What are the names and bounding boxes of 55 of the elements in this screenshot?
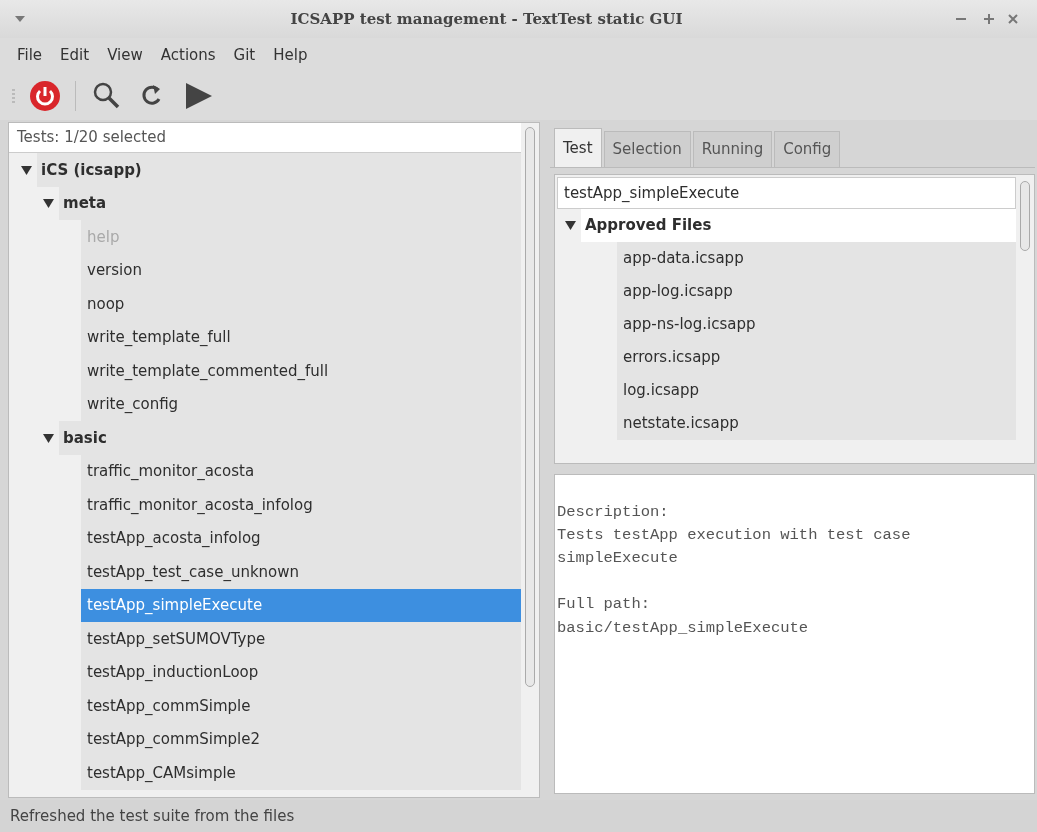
- approved-file-row[interactable]: app-log.icsapp: [617, 274, 1016, 308]
- test-tree-item[interactable]: write_template_full: [81, 320, 521, 354]
- approved-file-row[interactable]: errors.icsapp: [617, 340, 1016, 374]
- expander-icon[interactable]: [20, 164, 32, 175]
- menu-item[interactable]: File: [10, 41, 50, 69]
- expander-icon[interactable]: [42, 432, 54, 443]
- scrollbar-thumb[interactable]: [525, 127, 535, 687]
- test-tree-group[interactable]: iCS (icsapp): [37, 153, 521, 187]
- test-tree-item[interactable]: testApp_commSimple2: [81, 722, 521, 756]
- test-tree-item[interactable]: testApp_commSimple: [81, 689, 521, 723]
- menu-item[interactable]: Edit: [53, 41, 97, 69]
- menu-item[interactable]: View: [100, 41, 150, 69]
- maximize-icon[interactable]: [983, 13, 995, 25]
- scrollbar-thumb[interactable]: [1020, 180, 1030, 251]
- info-line: Full path:: [557, 594, 651, 616]
- test-tree-item[interactable]: noop: [81, 287, 521, 321]
- tab[interactable]: Config: [774, 131, 841, 167]
- tab[interactable]: Running: [692, 131, 773, 167]
- test-name-field[interactable]: testApp_simpleExecute: [557, 176, 1016, 209]
- test-tree-item[interactable]: testApp_CAMsimple: [81, 756, 521, 790]
- approved-file-row[interactable]: netstate.icsapp: [617, 406, 1016, 440]
- test-tree-item[interactable]: testApp_inductionLoop: [81, 655, 521, 689]
- power-icon: [29, 80, 61, 112]
- test-tree-group[interactable]: meta: [59, 186, 521, 220]
- test-tree-item[interactable]: testApp_test_case_unknown: [81, 555, 521, 589]
- expander-icon[interactable]: [42, 198, 54, 209]
- menu-item[interactable]: Git: [226, 41, 263, 69]
- approved-file-row[interactable]: log.icsapp: [617, 373, 1016, 407]
- test-tree-item[interactable]: write_template_commented_full: [81, 354, 521, 388]
- info-line: simpleExecute: [557, 548, 679, 569]
- window-title: ICSAPP test management - TextTest static GUI: [289, 8, 684, 30]
- tab[interactable]: Selection: [603, 131, 691, 167]
- test-tree-item[interactable]: testApp_acosta_infolog: [81, 521, 521, 555]
- tab[interactable]: Test: [554, 128, 602, 167]
- toolbar-separator: [75, 81, 76, 111]
- window-menu-icon[interactable]: [14, 15, 26, 23]
- test-tree-item[interactable]: testApp_setSUMOVType: [81, 622, 521, 656]
- test-tree-item[interactable]: version: [81, 253, 521, 287]
- approved-file-row[interactable]: app-data.icsapp: [617, 241, 1016, 275]
- menu-item[interactable]: Help: [266, 41, 315, 69]
- info-line: Tests testApp execution with test case: [557, 524, 912, 546]
- approved-files-group[interactable]: Approved Files: [581, 208, 1016, 242]
- test-tree-group[interactable]: basic: [59, 421, 521, 455]
- expander-icon[interactable]: [564, 220, 576, 230]
- menu-item[interactable]: Actions: [153, 41, 223, 69]
- test-tree-item[interactable]: traffic_monitor_acosta: [81, 454, 521, 488]
- test-tree-item[interactable]: write_config: [81, 387, 521, 421]
- close-icon[interactable]: [1007, 13, 1019, 25]
- power-button[interactable]: [29, 80, 61, 112]
- selection-count: Tests: 1/20 selected: [9, 123, 521, 153]
- approved-file-row[interactable]: app-ns-log.icsapp: [617, 307, 1016, 341]
- info-line: basic/testApp_simpleExecute: [557, 617, 810, 639]
- toolbar-grip-icon: [12, 89, 15, 103]
- info-line: Description:: [557, 501, 670, 523]
- test-tree-item[interactable]: traffic_monitor_acosta_infolog: [81, 488, 521, 522]
